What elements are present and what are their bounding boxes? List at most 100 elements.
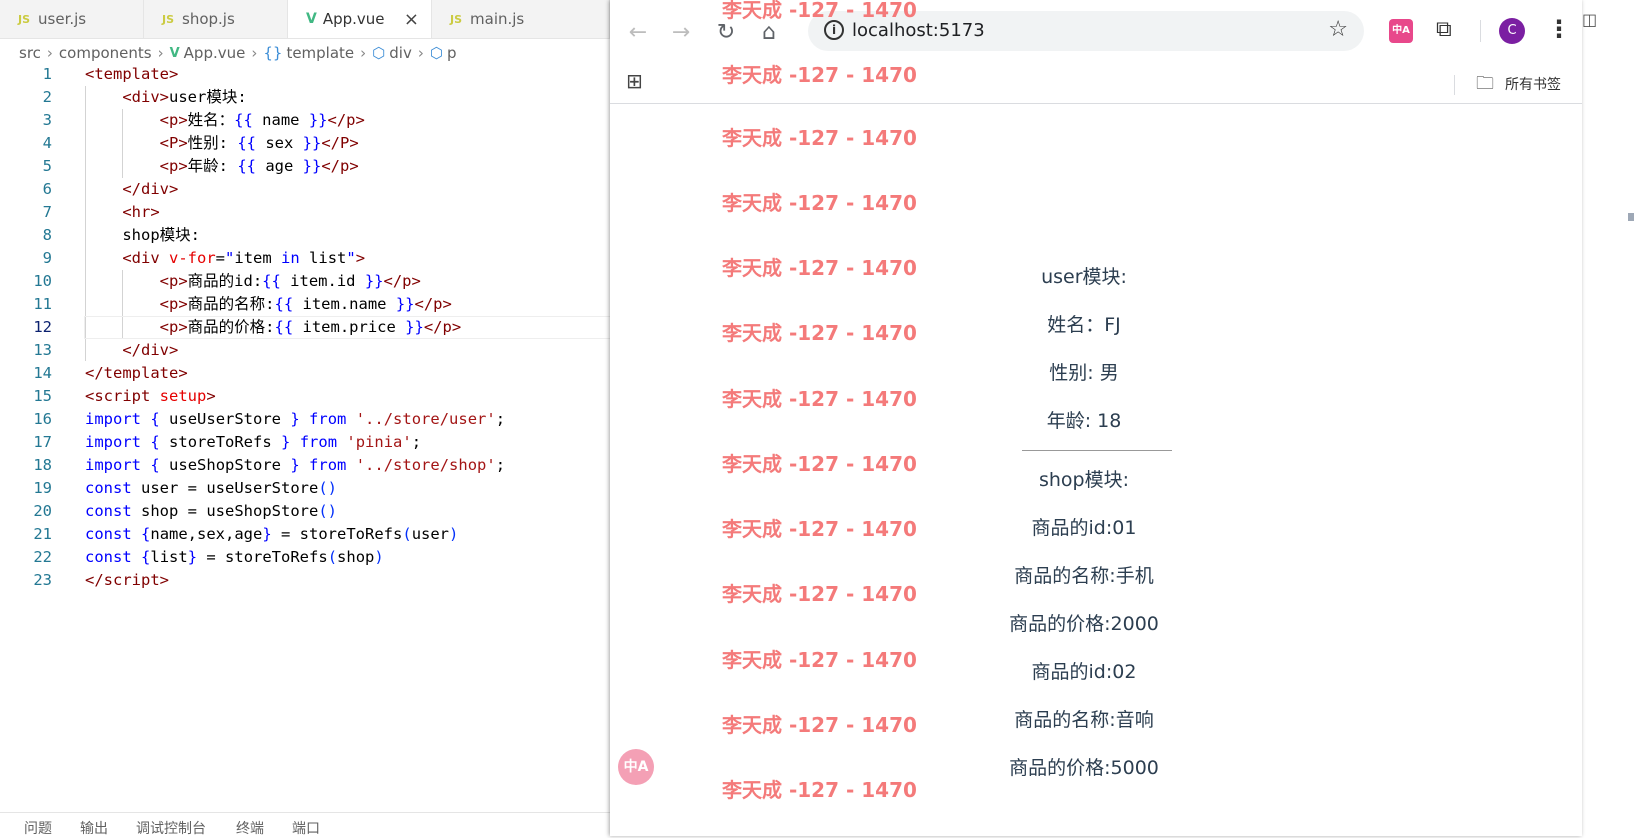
tab-main-js[interactable]: JS main.js	[432, 0, 610, 38]
code-text: const user = useUserStore()	[85, 479, 337, 497]
code-line: 10 <p>商品的id:{{ item.id }}</p>	[0, 270, 610, 293]
code-text: import { storeToRefs } from 'pinia';	[85, 433, 422, 451]
line-number: 19	[33, 479, 52, 497]
breadcrumb-item[interactable]: src	[19, 44, 41, 62]
code-line: 19 const user = useUserStore()	[0, 477, 610, 500]
code-line: 17 import { storeToRefs } from 'pinia';	[0, 431, 610, 454]
line-number: 20	[33, 502, 52, 520]
code-line: 16 import { useUserStore } from '../store…	[0, 408, 610, 431]
user-sex: 性别: 男	[1049, 362, 1119, 384]
breadcrumb-item[interactable]: div	[389, 44, 412, 62]
line-number: 13	[33, 341, 52, 359]
code-text: <p>商品的id:{{ item.id }}</p>	[159, 272, 421, 290]
code-line: 20 const shop = useShopStore()	[0, 500, 610, 523]
tab-user-js[interactable]: JS user.js	[0, 0, 144, 38]
code-text: <p>年龄: {{ age }}</p>	[159, 157, 359, 175]
line-number: 16	[33, 410, 52, 428]
line-number: 1	[42, 65, 52, 83]
translate-extension-icon[interactable]: 中A	[1389, 19, 1413, 43]
forward-arrow-icon[interactable]: →	[666, 17, 696, 47]
line-number: 15	[33, 387, 52, 405]
breadcrumb-item[interactable]: components	[59, 44, 152, 62]
chevron-right-icon: ›	[157, 44, 164, 62]
watermark-text: 李天成 -127 - 1470	[722, 582, 917, 606]
watermark-text: 李天成 -127 - 1470	[722, 0, 917, 22]
line-number: 23	[33, 571, 52, 589]
code-line: 5 <p>年龄: {{ age }}</p>	[0, 155, 610, 178]
tab-problems[interactable]: 问题	[24, 818, 52, 838]
chevron-right-icon: ›	[46, 44, 53, 62]
code-line: 1 <template>	[0, 63, 610, 86]
info-icon[interactable]: i	[824, 20, 844, 40]
watermark-text: 李天成 -127 - 1470	[722, 191, 917, 215]
code-line-current: 12 <p>商品的价格:{{ item.price }}</p>	[0, 316, 612, 339]
code-text: shop模块:	[122, 226, 200, 244]
tab-ports[interactable]: 端口	[292, 818, 320, 838]
line-number: 9	[42, 249, 52, 267]
breadcrumb-item[interactable]: App.vue	[184, 44, 246, 62]
item-id: 商品的id:01	[1031, 517, 1137, 539]
line-number: 18	[33, 456, 52, 474]
url-text[interactable]: localhost:5173	[852, 20, 985, 41]
tab-label: user.js	[38, 10, 87, 28]
all-bookmarks-label[interactable]: 所有书签	[1505, 74, 1561, 94]
code-text: <hr>	[122, 203, 160, 221]
code-text: <script setup>	[85, 387, 216, 405]
tab-shop-js[interactable]: JS shop.js	[144, 0, 288, 38]
vue-file-icon: V	[306, 11, 317, 27]
watermark-text: 李天成 -127 - 1470	[722, 648, 917, 672]
tab-label: main.js	[470, 10, 525, 28]
cube-icon: ⬡	[429, 44, 443, 62]
line-number: 10	[33, 272, 52, 290]
code-text: <div v-for="item in list">	[122, 249, 366, 267]
code-line: 11 <p>商品的名称:{{ item.name }}</p>	[0, 293, 610, 316]
code-line: 22 const {list} = storeToRefs(shop)	[0, 546, 610, 569]
watermark-text: 李天成 -127 - 1470	[722, 126, 917, 150]
breadcrumb-item[interactable]: template	[286, 44, 354, 62]
split-editor-icon[interactable]: ◫	[1582, 10, 1597, 29]
code-line: 8 shop模块:	[0, 224, 610, 247]
tab-output[interactable]: 输出	[80, 818, 108, 838]
code-text: </script>	[85, 571, 169, 589]
code-text: import { useShopStore } from '../store/s…	[85, 456, 506, 474]
divider	[1454, 75, 1455, 95]
cube-icon: ⬡	[372, 44, 386, 62]
line-number: 12	[33, 318, 52, 336]
translate-floating-button[interactable]: 中A	[618, 749, 654, 785]
extensions-puzzle-icon[interactable]: ⧉	[1436, 17, 1452, 42]
chevron-right-icon: ›	[360, 44, 367, 62]
code-text: const {list} = storeToRefs(shop)	[85, 548, 384, 566]
code-text: </template>	[85, 364, 188, 382]
line-number: 14	[33, 364, 52, 382]
user-name: 姓名：FJ	[1047, 314, 1121, 336]
item-price: 商品的价格:2000	[1009, 613, 1159, 635]
watermark-text: 李天成 -127 - 1470	[722, 256, 917, 280]
code-line: 7 <hr>	[0, 201, 610, 224]
scrollbar[interactable]	[1628, 213, 1634, 221]
code-line: 6 </div>	[0, 178, 610, 201]
code-text: </div>	[122, 180, 179, 198]
code-text: </div>	[122, 341, 179, 359]
code-text: <p>商品的价格:{{ item.price }}</p>	[159, 318, 462, 336]
line-number: 5	[42, 157, 52, 175]
close-icon[interactable]: ×	[404, 9, 419, 30]
watermark-text: 李天成 -127 - 1470	[722, 63, 917, 87]
folder-icon[interactable]: 🗀	[1476, 71, 1494, 101]
code-text: <p>商品的名称:{{ item.name }}</p>	[159, 295, 452, 313]
horizontal-rule	[1022, 450, 1172, 451]
code-line: 14 </template>	[0, 362, 610, 385]
code-text: const {name,sex,age} = storeToRefs(user)	[85, 525, 459, 543]
profile-avatar[interactable]: C	[1499, 18, 1525, 44]
tab-app-vue[interactable]: V App.vue ×	[288, 0, 432, 38]
apps-grid-icon[interactable]: ⊞	[626, 69, 643, 93]
tab-debug-console[interactable]: 调试控制台	[136, 818, 206, 838]
tab-terminal[interactable]: 终端	[236, 818, 264, 838]
breadcrumb: src › components › V App.vue › {} templa…	[19, 42, 456, 64]
more-menu-icon[interactable]: ⋮	[1547, 15, 1571, 43]
star-icon[interactable]: ☆	[1328, 17, 1348, 42]
js-file-icon: JS	[18, 12, 31, 26]
back-arrow-icon[interactable]: ←	[623, 17, 653, 47]
breadcrumb-item[interactable]: p	[447, 44, 457, 62]
watermark-text: 李天成 -127 - 1470	[722, 452, 917, 476]
code-text: const shop = useShopStore()	[85, 502, 337, 520]
